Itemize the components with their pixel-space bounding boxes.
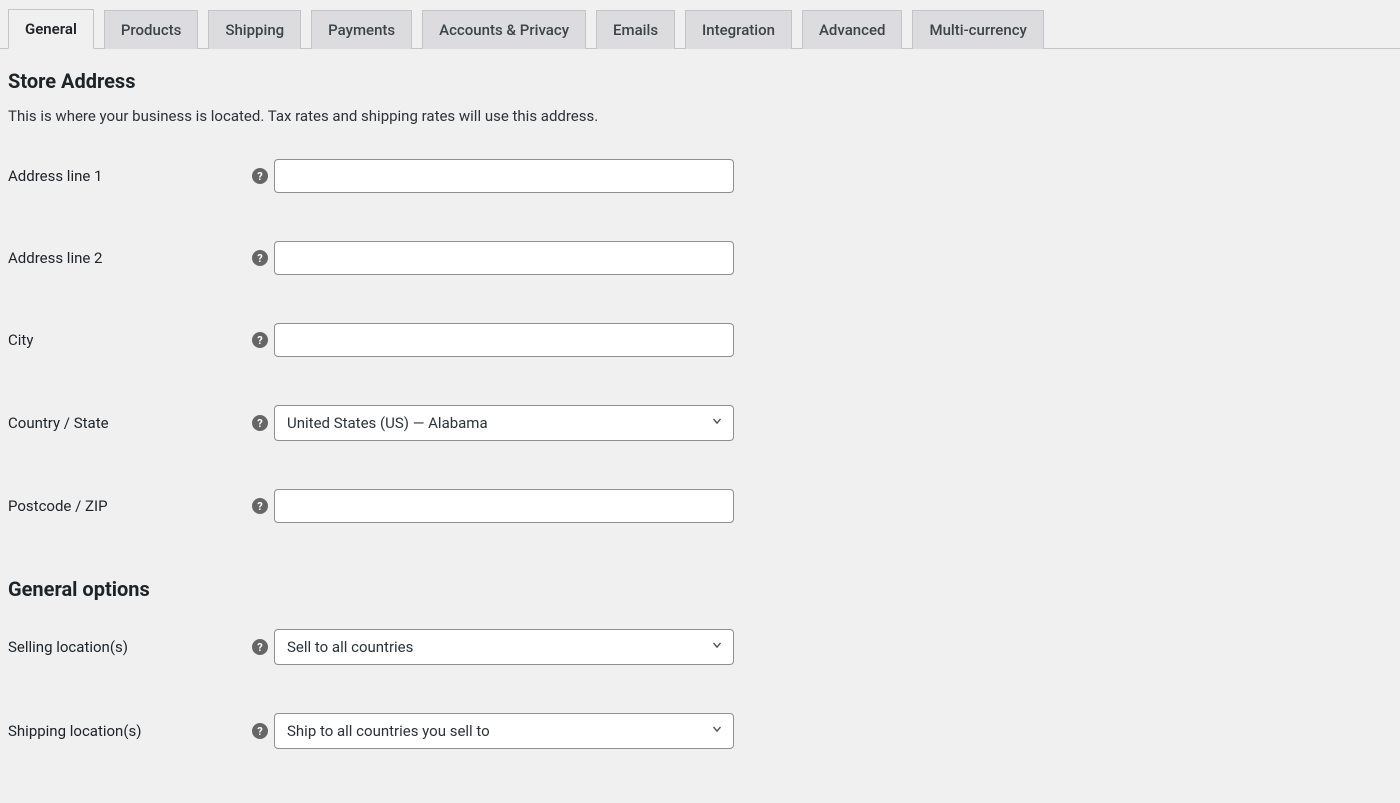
store-address-description: This is where your business is located. … [8, 107, 1392, 125]
store-address-heading: Store Address [8, 69, 1392, 93]
address2-label: Address line 2 [8, 217, 248, 299]
country-state-value: United States (US) — Alabama [274, 405, 734, 441]
country-state-select[interactable]: United States (US) — Alabama [274, 405, 734, 441]
shipping-locations-select[interactable]: Ship to all countries you sell to [274, 713, 734, 749]
tab-general[interactable]: General [8, 9, 94, 49]
selling-locations-value: Sell to all countries [274, 629, 734, 665]
shipping-locations-label: Shipping location(s) [8, 689, 248, 773]
country-state-label: Country / State [8, 381, 248, 465]
postcode-input[interactable] [274, 489, 734, 523]
address2-input[interactable] [274, 241, 734, 275]
tab-products[interactable]: Products [104, 10, 199, 49]
tab-payments[interactable]: Payments [311, 10, 412, 49]
selling-locations-select[interactable]: Sell to all countries [274, 629, 734, 665]
general-options-heading: General options [8, 577, 1392, 601]
help-icon[interactable]: ? [252, 250, 268, 266]
shipping-locations-value: Ship to all countries you sell to [274, 713, 734, 749]
general-options-form: Selling location(s) ? Sell to all countr… [8, 605, 1392, 773]
help-icon[interactable]: ? [252, 415, 268, 431]
address1-label: Address line 1 [8, 135, 248, 217]
help-icon[interactable]: ? [252, 639, 268, 655]
help-icon[interactable]: ? [252, 723, 268, 739]
city-label: City [8, 299, 248, 381]
city-input[interactable] [274, 323, 734, 357]
help-icon[interactable]: ? [252, 498, 268, 514]
tab-multi-currency[interactable]: Multi-currency [912, 10, 1043, 49]
settings-tabs: General Products Shipping Payments Accou… [0, 0, 1400, 49]
help-icon[interactable]: ? [252, 168, 268, 184]
tab-advanced[interactable]: Advanced [802, 10, 902, 49]
tab-emails[interactable]: Emails [596, 10, 675, 49]
store-address-form: Address line 1 ? Address line 2 ? City [8, 135, 1392, 547]
selling-locations-label: Selling location(s) [8, 605, 248, 689]
settings-content: Store Address This is where your busines… [0, 49, 1400, 803]
address1-input[interactable] [274, 159, 734, 193]
postcode-label: Postcode / ZIP [8, 465, 248, 547]
help-icon[interactable]: ? [252, 332, 268, 348]
tab-integration[interactable]: Integration [685, 10, 792, 49]
tab-accounts-privacy[interactable]: Accounts & Privacy [422, 10, 586, 49]
tab-shipping[interactable]: Shipping [208, 10, 301, 49]
